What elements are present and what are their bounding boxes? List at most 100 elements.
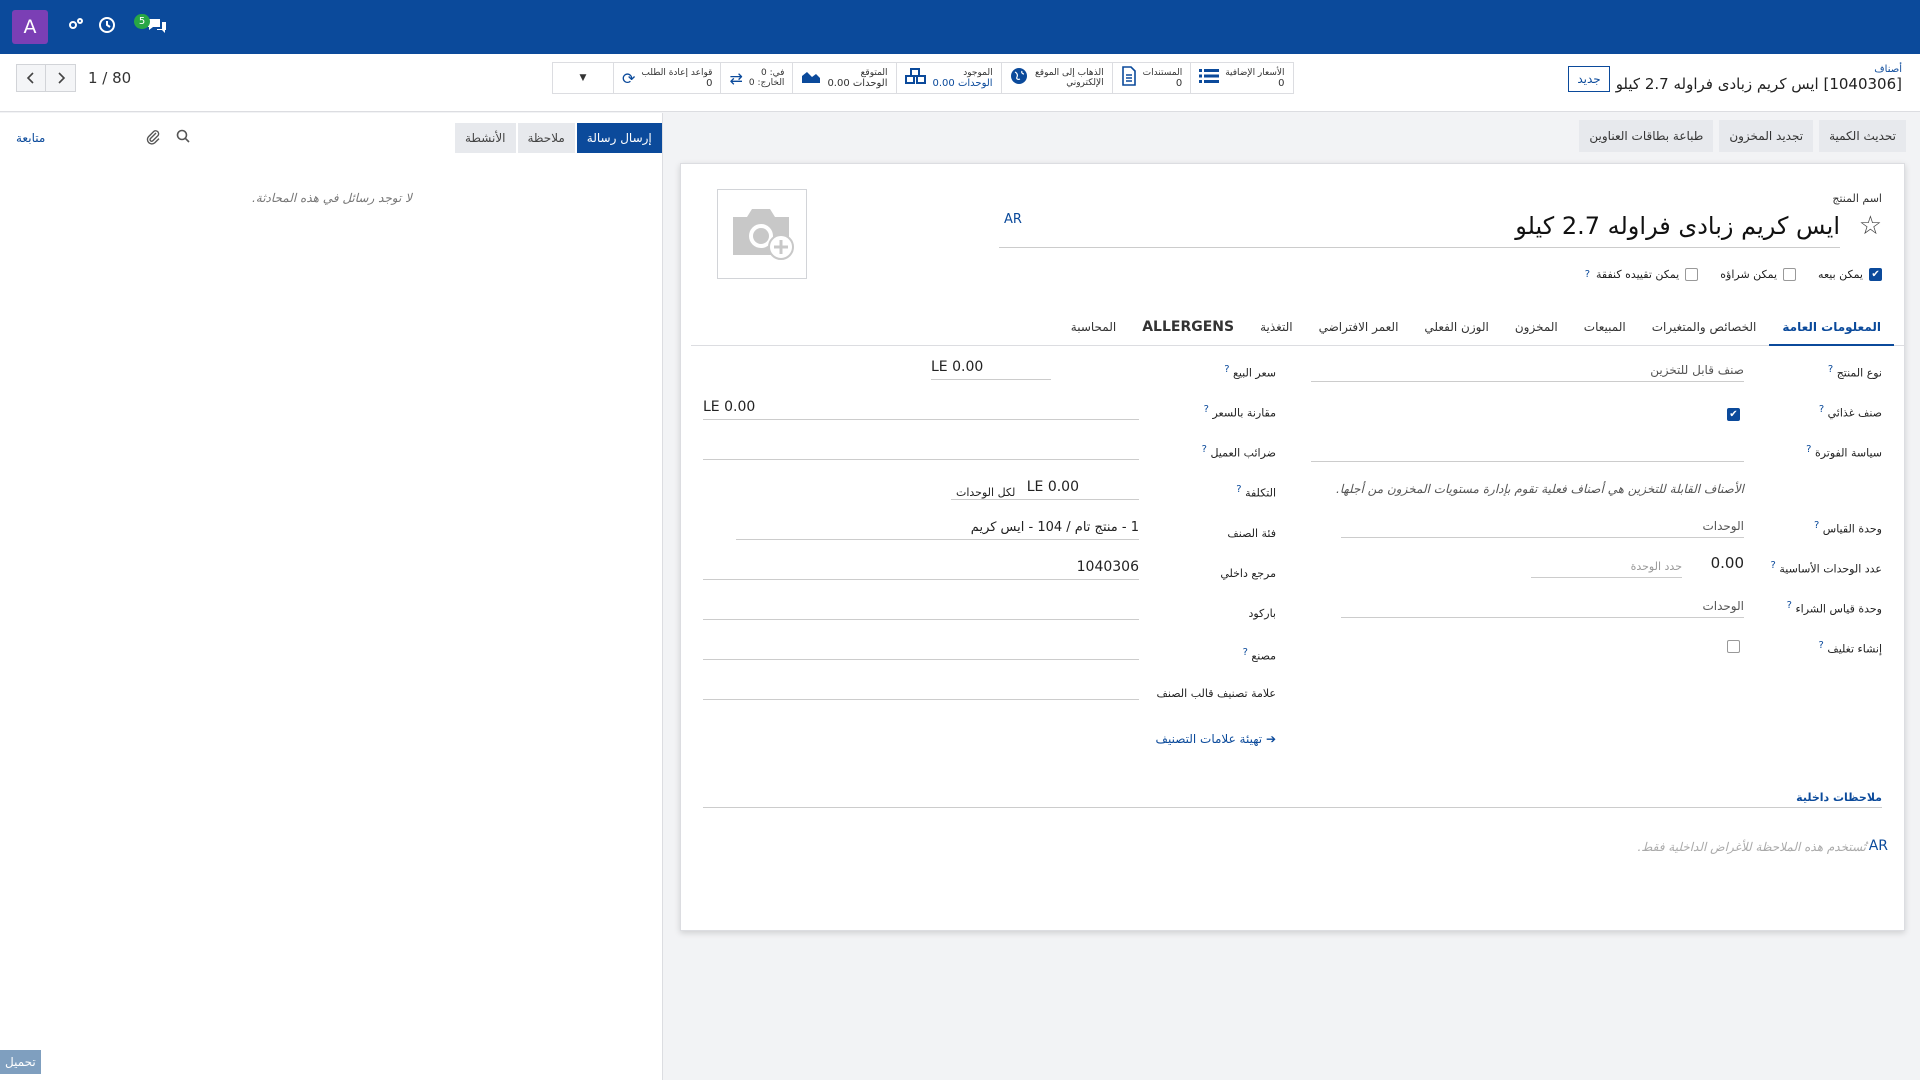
name-underline (999, 247, 1840, 248)
check-icon: ✔ (1869, 268, 1882, 281)
print-labels-button[interactable]: طباعة بطاقات العناوين (1579, 120, 1714, 152)
activities-button[interactable]: الأنشطة (455, 123, 516, 153)
purchase-uom-select[interactable]: الوحدات (1341, 592, 1744, 618)
compare-price-label: مقارنة بالسعر ? (1203, 404, 1276, 420)
customer-taxes-input[interactable] (703, 434, 1139, 460)
help-icon[interactable]: ? (1771, 560, 1776, 571)
tab-shelf-life[interactable]: العمر الافتراضي (1306, 310, 1412, 346)
tab-allergens[interactable]: ALLERGENS (1129, 310, 1247, 346)
more-dropdown[interactable]: ▼ (553, 63, 613, 93)
sale-price-label: سعر البيع ? (1224, 364, 1276, 380)
product-type-select[interactable]: صنف قابل للتخزين (1311, 356, 1744, 382)
help-icon[interactable]: ? (1828, 364, 1833, 375)
new-button[interactable]: جديد (1568, 65, 1610, 92)
tab-sales[interactable]: المبيعات (1571, 310, 1639, 346)
tab-general-info[interactable]: المعلومات العامة (1769, 310, 1894, 346)
top-navbar: A 5 (0, 0, 1920, 54)
help-icon[interactable]: ? (1224, 364, 1229, 375)
chevron-right-icon (57, 72, 65, 84)
internal-ref-label: مرجع داخلي (1220, 567, 1276, 580)
can-sell-checkbox[interactable]: ✔ يمكن بيعه (1818, 268, 1882, 281)
checkbox-empty (1727, 640, 1740, 653)
base-units-input[interactable]: 0.00 (1688, 550, 1744, 576)
update-quantity-button[interactable]: تحديث الكمية (1819, 120, 1906, 152)
help-icon[interactable]: ? (1814, 520, 1819, 531)
smart-forecast[interactable]: المتوقع 0.00 الوحدات (792, 63, 895, 93)
packaging-checkbox[interactable] (1727, 640, 1740, 653)
food-product-label: صنف غذائي ? (1818, 404, 1882, 420)
send-message-button[interactable]: إرسال رسالة (576, 123, 662, 153)
star-icon[interactable]: ☆ (1859, 211, 1882, 241)
list-icon (1199, 68, 1220, 88)
user-avatar[interactable]: A (12, 10, 48, 44)
camera-plus-icon (733, 209, 794, 260)
template-tag-input[interactable] (703, 674, 1139, 700)
smart-go-website[interactable]: الذهاب إلى الموقع الإلكتروني (1000, 63, 1112, 93)
can-expense-checkbox[interactable]: يمكن تقييده كنفقة ? (1585, 268, 1699, 281)
help-icon[interactable]: ? (1787, 600, 1792, 611)
smart-reorder-rules[interactable]: ⟳ قواعد إعادة الطلب 0 (613, 63, 720, 93)
smart-extra-prices[interactable]: الأسعار الإضافية 0 (1190, 63, 1292, 93)
internal-notes-input[interactable]: تُستخدم هذه الملاحظة للأغراض الداخلية فق… (1637, 840, 1866, 854)
smart-moves[interactable]: ⇄ في: 0 الخارج: 0 (720, 63, 792, 93)
pager-prev-button[interactable] (16, 64, 46, 92)
clock-icon[interactable] (98, 16, 116, 38)
category-select[interactable]: 1 - منتج تام / 104 - ايس كريم (736, 514, 1139, 540)
invoice-policy-label: سياسة الفوترة ? (1806, 444, 1882, 460)
control-panel: 1 / 80 ▼ ⟳ قواعد إعادة الطلب 0 ⇄ في: 0 الخ… (0, 54, 1920, 112)
tab-attributes-variants[interactable]: الخصائص والمتغيرات (1639, 310, 1770, 346)
log-note-button[interactable]: ملاحظة (517, 123, 575, 153)
purchase-uom-label: وحدة قياس الشراء ? (1786, 600, 1882, 616)
smart-buttons: ▼ ⟳ قواعد إعادة الطلب 0 ⇄ في: 0 الخارج: 0 … (552, 62, 1294, 94)
cost-unit-text: لكل الوحدات (956, 486, 1016, 499)
internal-ref-input[interactable]: 1040306 (703, 554, 1139, 580)
smart-on-hand[interactable]: الموجود 0.00 الوحدات (895, 63, 1001, 93)
food-product-checkbox[interactable]: ✔ (1727, 408, 1740, 421)
chevron-left-icon (26, 72, 34, 84)
factory-input[interactable] (703, 634, 1139, 660)
help-icon[interactable]: ? (1819, 404, 1824, 415)
compare-price-input[interactable]: LE 0.00 (703, 394, 1139, 420)
uom-select[interactable]: الوحدات (1341, 512, 1744, 538)
storable-hint: الأصناف القابلة للتخزين هي أصناف فعلية ت… (1336, 482, 1744, 496)
help-icon[interactable]: ? (1585, 269, 1590, 280)
cost-label: التكلفة ? (1236, 484, 1276, 500)
settings-icon[interactable] (68, 16, 84, 36)
tab-actual-weight[interactable]: الوزن الفعلي (1411, 310, 1501, 346)
pager-next-button[interactable] (46, 64, 76, 92)
help-icon[interactable]: ? (1243, 647, 1248, 658)
tab-nutrition[interactable]: التغذية (1247, 310, 1305, 346)
follow-button[interactable]: متابعة (16, 131, 45, 145)
help-icon[interactable]: ? (1202, 444, 1207, 455)
barcode-input[interactable] (703, 594, 1139, 620)
can-purchase-checkbox[interactable]: يمكن شراؤه (1720, 268, 1797, 281)
pager-value[interactable]: 1 / 80 (88, 69, 131, 87)
pager: 1 / 80 (16, 64, 131, 92)
internal-notes-label: ملاحظات داخلية (1796, 791, 1882, 804)
product-image[interactable] (717, 189, 807, 279)
breadcrumb-parent[interactable]: أصناف (1616, 64, 1902, 75)
check-icon: ✔ (1727, 408, 1740, 421)
name-translate-button[interactable]: AR (1004, 212, 1022, 227)
notes-translate-button[interactable]: AR (1869, 838, 1888, 854)
base-units-label: عدد الوحدات الأساسية ? (1770, 560, 1882, 576)
help-icon[interactable]: ? (1204, 404, 1209, 415)
factory-label: مصنع ? (1242, 647, 1276, 663)
area-chart-icon (801, 69, 821, 88)
sale-price-input[interactable]: LE 0.00 (931, 354, 1051, 380)
help-icon[interactable]: ? (1819, 640, 1824, 651)
replenish-button[interactable]: تجديد المخزون (1719, 120, 1814, 152)
help-icon[interactable]: ? (1806, 444, 1811, 455)
configure-tags-link[interactable]: ➔ تهيئة علامات التصنيف (1156, 732, 1276, 746)
paperclip-icon[interactable] (146, 129, 160, 149)
upload-button[interactable]: تحميل (0, 1050, 41, 1074)
invoice-policy-select[interactable] (1311, 436, 1744, 462)
product-name-input[interactable]: ايس كريم زبادى فراوله 2.7 كيلو (1515, 212, 1840, 240)
unit-limit-input[interactable]: حدد الوحدة (1531, 552, 1682, 578)
tab-accounting[interactable]: المحاسبة (1058, 310, 1129, 346)
smart-documents[interactable]: المستندات 0 (1111, 63, 1191, 93)
search-icon[interactable] (176, 129, 190, 147)
tab-inventory[interactable]: المخزون (1502, 310, 1571, 346)
product-name-label: اسم المنتج (1832, 192, 1882, 205)
help-icon[interactable]: ? (1236, 484, 1241, 495)
